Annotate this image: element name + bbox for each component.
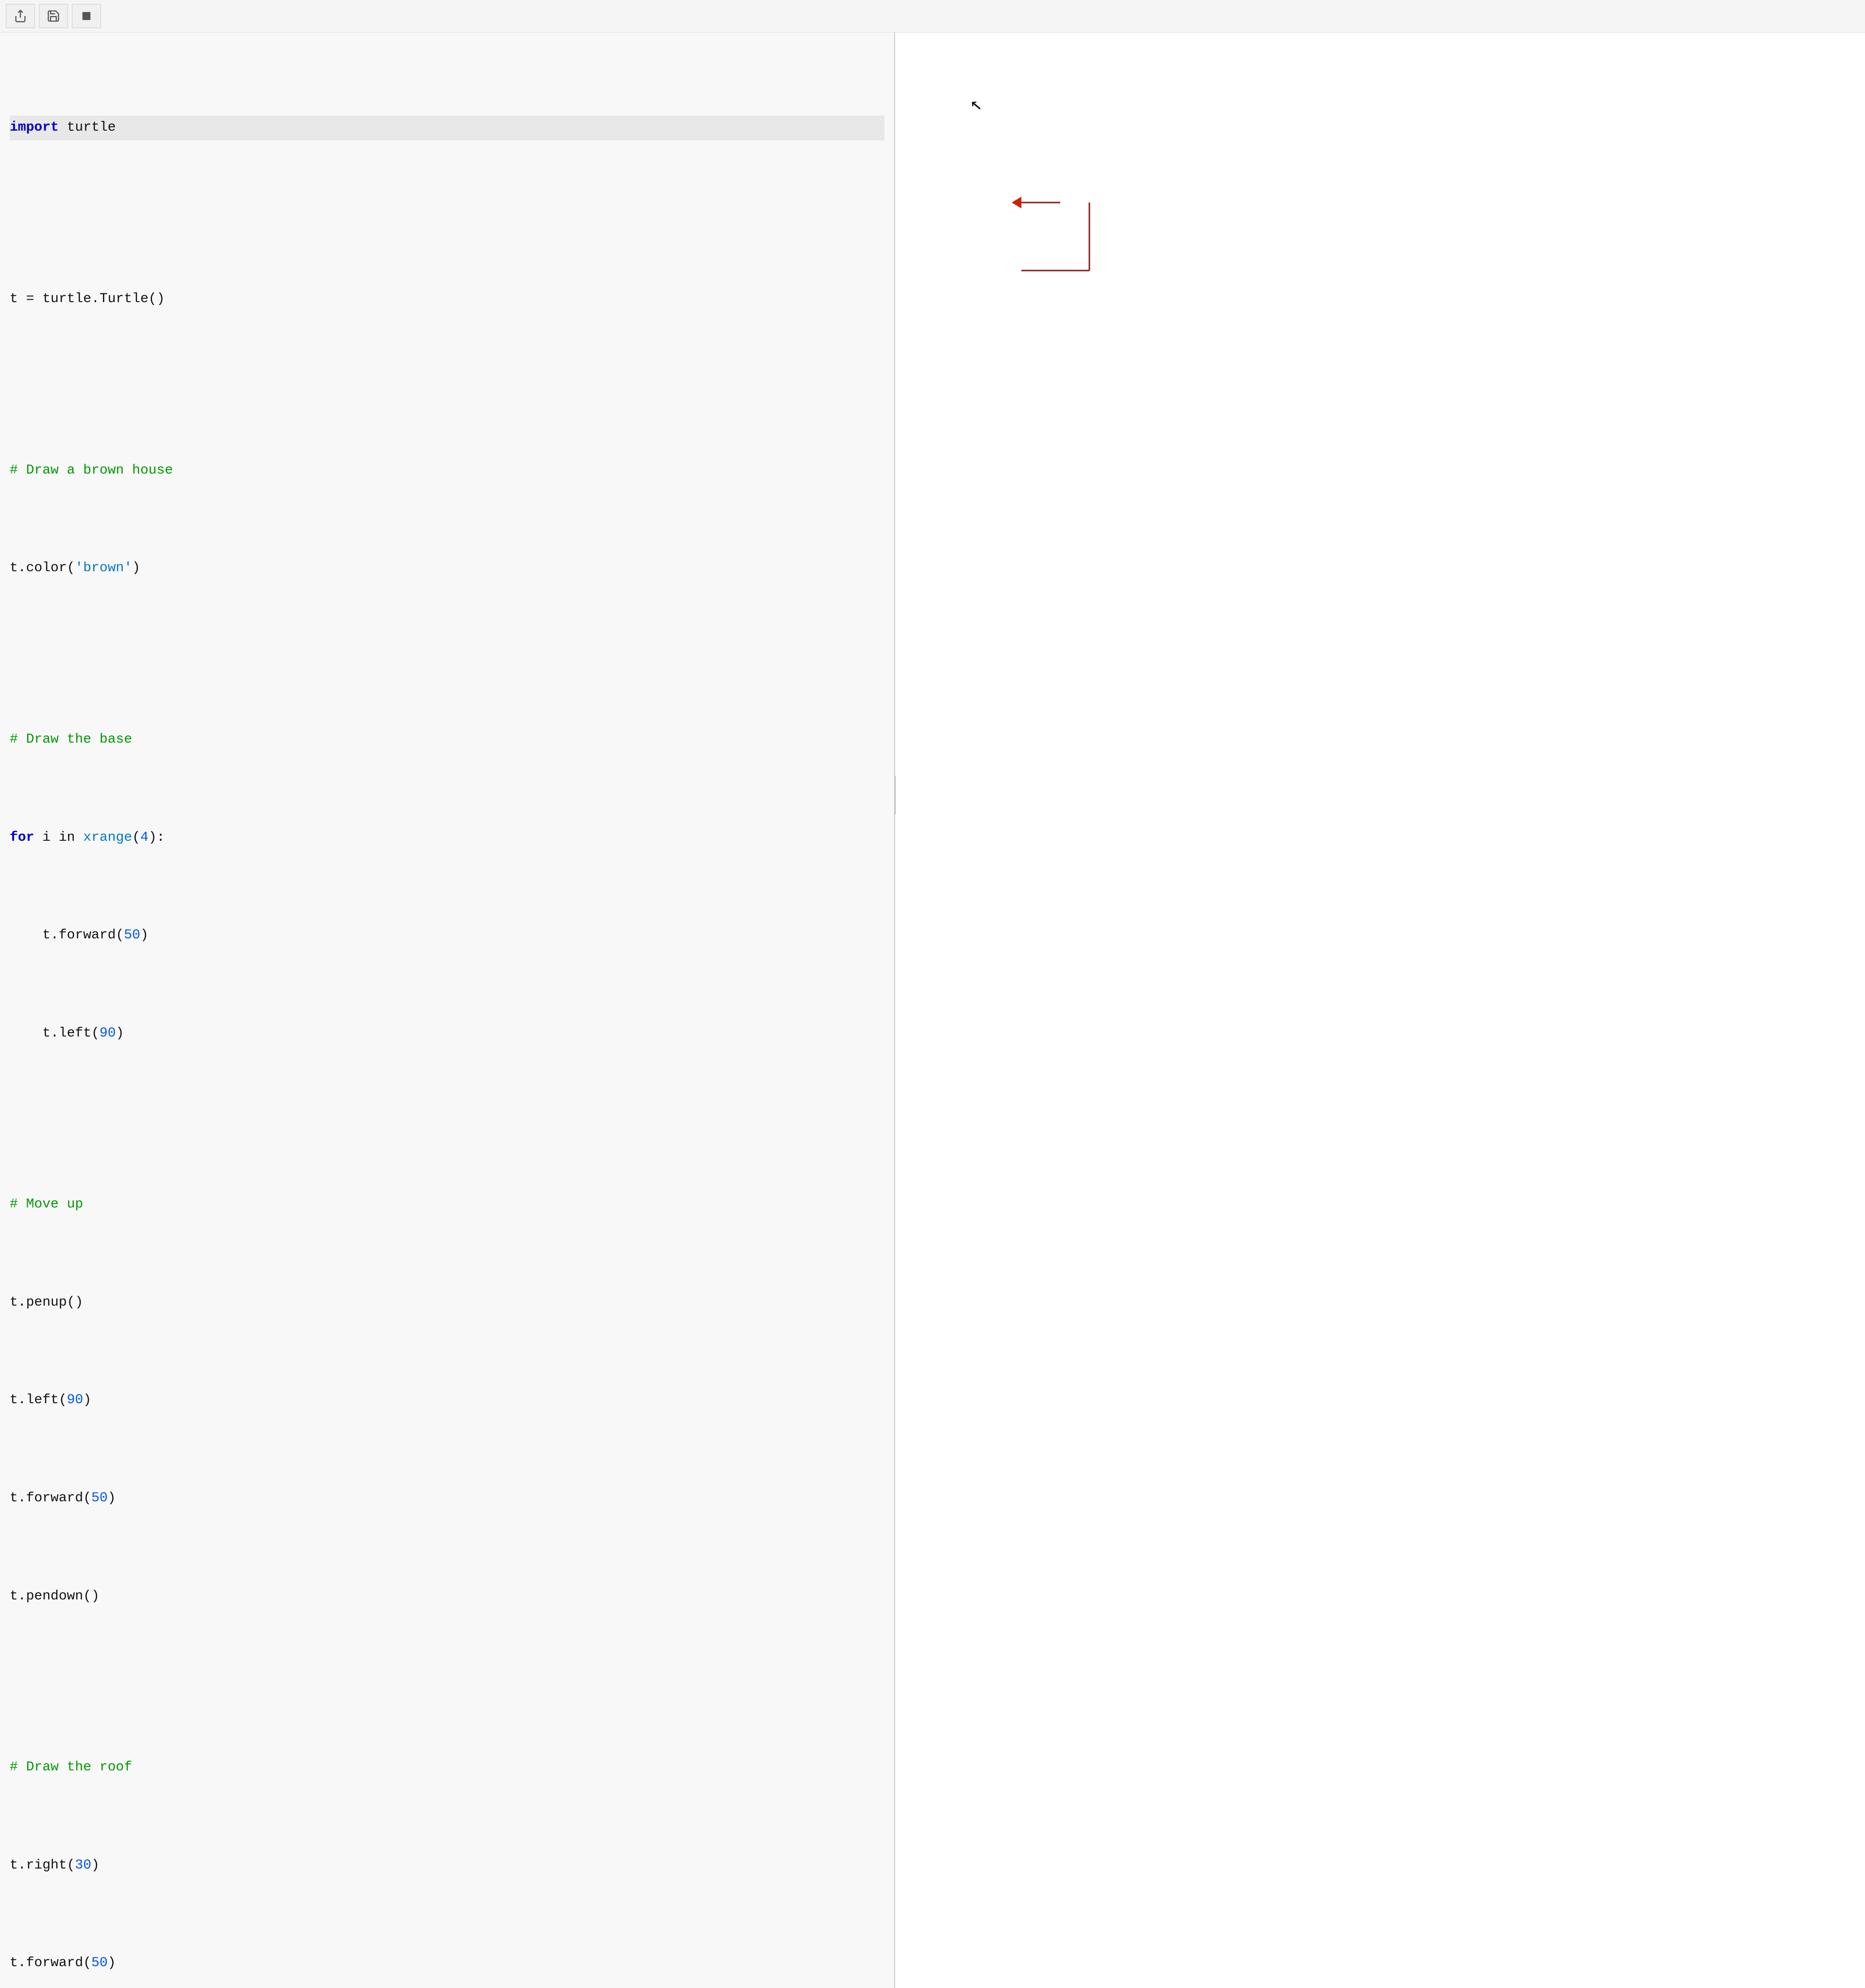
keyword-import: import	[10, 120, 59, 135]
code-text: t.color(	[10, 561, 75, 576]
divider-line	[895, 776, 896, 815]
code-text: )	[140, 928, 149, 943]
code-blank	[10, 629, 884, 654]
code-normal: turtle	[59, 120, 116, 135]
num-4: 4	[140, 830, 149, 845]
code-line-forward3: t.forward(50)	[10, 1951, 884, 1975]
code-line-pendown: t.pendown()	[10, 1584, 884, 1609]
code-indent: t.left(	[10, 1026, 100, 1041]
code-line-color: t.color('brown')	[10, 556, 884, 580]
code-text: i in	[34, 830, 83, 845]
code-line-left1: t.left(90)	[10, 1021, 884, 1046]
code-text: t.penup()	[10, 1295, 83, 1310]
turtle-drawing	[983, 164, 1119, 300]
code-text: t.right(	[10, 1858, 75, 1873]
keyword-for: for	[10, 830, 34, 845]
comment-base: # Draw the base	[10, 732, 132, 747]
code-text: )	[91, 1858, 100, 1873]
cursor-icon: ↖	[969, 95, 983, 116]
code-text: )	[83, 1393, 91, 1408]
string-brown: 'brown'	[75, 561, 132, 576]
code-text: )	[108, 1491, 116, 1506]
code-blank	[10, 1658, 884, 1682]
code-text: t.forward(	[10, 1491, 91, 1506]
code-text: ):	[149, 830, 165, 845]
code-line-right1: t.right(30)	[10, 1853, 884, 1878]
num-50b: 50	[91, 1491, 108, 1506]
code-line-3: t = turtle.Turtle()	[10, 287, 884, 311]
code-text: t.pendown()	[10, 1589, 100, 1604]
code-text: t.forward(	[10, 1955, 91, 1971]
code-text: (	[132, 830, 140, 845]
app-container: import turtle t = turtle.Turtle() # Draw…	[0, 0, 1865, 1988]
toolbar	[0, 0, 1865, 33]
num-90b: 90	[67, 1393, 84, 1408]
export-button[interactable]	[6, 4, 35, 28]
code-text: )	[116, 1026, 124, 1041]
num-90a: 90	[100, 1026, 116, 1041]
code-text: t = turtle.Turtle()	[10, 291, 165, 306]
code-line-comment3: # Move up	[10, 1192, 884, 1217]
code-line-comment1: # Draw a brown house	[10, 459, 884, 483]
code-blank	[10, 189, 884, 213]
comment-roof: # Draw the roof	[10, 1760, 132, 1775]
func-xrange: xrange	[83, 830, 132, 845]
code-text: )	[132, 561, 140, 576]
code-text: )	[108, 1955, 116, 1971]
code-line-forward1: t.forward(50)	[10, 923, 884, 948]
main-content: import turtle t = turtle.Turtle() # Draw…	[0, 33, 1865, 1988]
code-line-penup: t.penup()	[10, 1291, 884, 1315]
code-line-comment4: # Draw the roof	[10, 1755, 884, 1780]
code-line-for: for i in xrange(4):	[10, 826, 884, 850]
stop-button[interactable]	[72, 4, 101, 28]
comment-moveup: # Move up	[10, 1197, 83, 1212]
code-blank	[10, 1095, 884, 1119]
code-area: import turtle t = turtle.Turtle() # Draw…	[0, 37, 894, 1988]
code-text: t.left(	[10, 1393, 67, 1408]
code-line-comment2: # Draw the base	[10, 728, 884, 752]
save-button[interactable]	[39, 4, 68, 28]
num-50a: 50	[124, 928, 140, 943]
code-panel[interactable]: import turtle t = turtle.Turtle() # Draw…	[0, 33, 895, 1988]
code-line-left2: t.left(90)	[10, 1388, 884, 1412]
code-line-forward2: t.forward(50)	[10, 1486, 884, 1511]
code-blank	[10, 360, 884, 385]
comment-text: # Draw a brown house	[10, 463, 173, 478]
canvas-panel: ↖	[895, 33, 1865, 1988]
num-50c: 50	[91, 1955, 108, 1971]
code-line-1: import turtle	[10, 116, 884, 140]
code-indent: t.forward(	[10, 928, 124, 943]
num-30: 30	[75, 1858, 91, 1873]
